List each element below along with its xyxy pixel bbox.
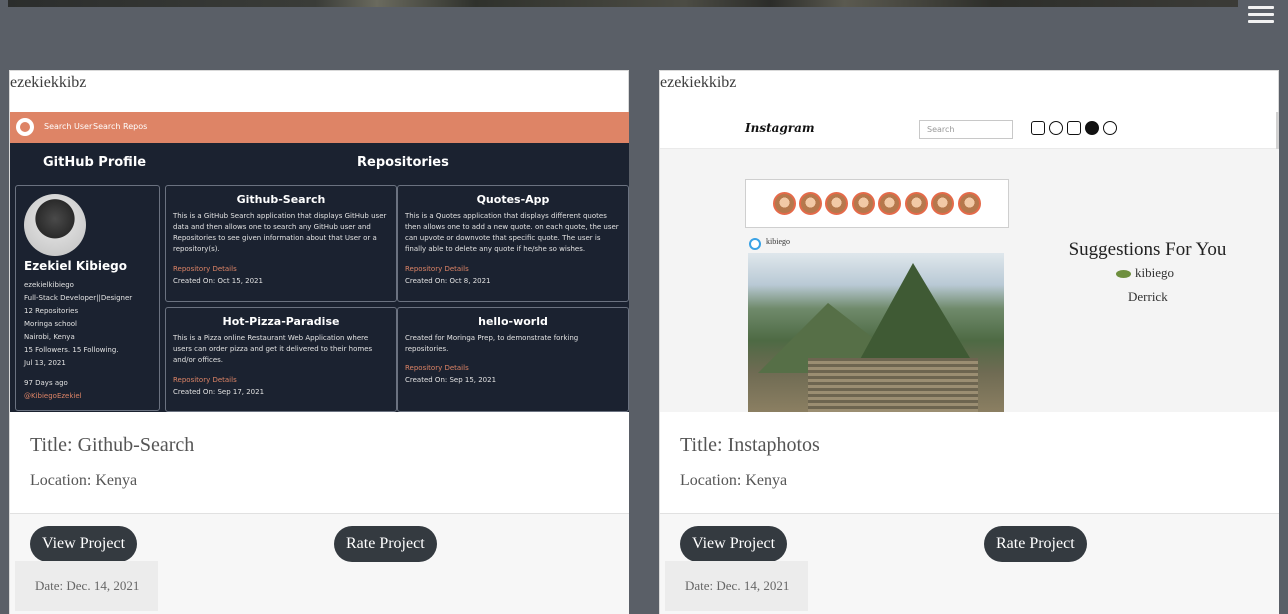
repo-details-link: Repository Details — [173, 376, 237, 384]
project-screenshot[interactable]: Instagram Search kibiego Suggestions For… — [660, 112, 1279, 412]
profile-location: Nairobi, Kenya — [24, 333, 75, 341]
card-footer: View Project Rate Project Date: Dec. 14,… — [660, 513, 1279, 614]
search-repos-link: Search Repos — [93, 122, 148, 131]
repo-created-date: Created On: Oct 15, 2021 — [173, 277, 263, 285]
post-avatar — [749, 238, 761, 250]
repo-name: Quotes-App — [476, 193, 550, 206]
profile-followers: 15 Followers. 15 Following. — [24, 346, 119, 354]
post-username: kibiego — [766, 237, 790, 246]
rate-project-button[interactable]: Rate Project — [334, 526, 437, 562]
project-date: Date: Dec. 14, 2021 — [665, 561, 808, 611]
github-profile-heading: GitHub Profile — [43, 155, 147, 170]
profile-username: ezekielkibiego — [24, 281, 74, 289]
instagram-logo: Instagram — [745, 121, 815, 135]
story-avatar — [905, 192, 928, 215]
repositories-heading: Repositories — [357, 155, 449, 170]
repo-details-link: Repository Details — [405, 265, 469, 273]
project-title: Title: Instaphotos — [680, 434, 820, 456]
search-user-link: Search User — [44, 122, 93, 131]
post-photo — [748, 253, 1004, 412]
repo-card: hello-world Created for Moringa Prep, to… — [397, 307, 629, 412]
repo-card: Hot-Pizza-Paradise This is a Pizza onlin… — [165, 307, 397, 412]
profile-days: 97 Days ago — [24, 379, 68, 387]
project-screenshot[interactable]: Search User Search Repos GitHub Profile … — [10, 112, 629, 412]
repo-description: This is a Quotes application that displa… — [405, 212, 619, 253]
story-avatar — [825, 192, 848, 215]
project-location: Location: Kenya — [680, 472, 788, 489]
repo-details-link: Repository Details — [173, 265, 237, 273]
repo-description: This is a GitHub Search application that… — [173, 212, 387, 253]
view-project-button[interactable]: View Project — [680, 526, 788, 562]
hamburger-menu-icon[interactable] — [1248, 2, 1274, 30]
repo-created-date: Created On: Oct 8, 2021 — [405, 277, 491, 285]
repo-description: This is a Pizza online Restaurant Web Ap… — [173, 334, 373, 364]
instagram-navbar: Instagram Search — [660, 112, 1279, 172]
repo-name: hello-world — [478, 315, 548, 328]
profile-joined: Jul 13, 2021 — [24, 359, 66, 367]
add-post-icon — [1067, 121, 1081, 135]
explore-icon — [1085, 121, 1099, 135]
story-avatar — [799, 192, 822, 215]
profile-panel: Ezekiel Kibiego ezekielkibiego Full-Stac… — [15, 185, 160, 411]
story-avatar — [773, 192, 796, 215]
card-footer: View Project Rate Project Date: Dec. 14,… — [10, 513, 629, 614]
profile-company: Moringa school — [24, 320, 77, 328]
story-avatar — [931, 192, 954, 215]
story-avatar — [852, 192, 875, 215]
repo-name: Github-Search — [236, 193, 326, 206]
card-body: Title: Instaphotos Location: Kenya — [660, 412, 1279, 513]
project-title: Title: Github-Search — [30, 434, 195, 456]
story-avatar — [878, 192, 901, 215]
instagram-feed: kibiego Suggestions For You kibiego Derr… — [660, 149, 1279, 412]
suggested-user: kibiego — [1116, 265, 1174, 281]
profile-name: Ezekiel Kibiego — [24, 259, 127, 273]
home-icon — [1031, 121, 1045, 135]
rate-project-button[interactable]: Rate Project — [984, 526, 1087, 562]
search-input: Search — [919, 120, 1013, 139]
repo-description: Created for Moringa Prep, to demonstrate… — [405, 334, 579, 353]
github-app-preview: Search User Search Repos GitHub Profile … — [10, 112, 629, 412]
project-card-instaphotos: ezekiekkibz Instagram Search kibiego Sug… — [659, 70, 1279, 614]
nav-icons — [1031, 121, 1135, 135]
suggestions-heading: Suggestions For You — [1068, 239, 1227, 260]
profile-repo-count: 12 Repositories — [24, 307, 79, 315]
user-menu-icon — [1121, 121, 1135, 135]
profile-bio: Full-Stack Developer||Designer — [24, 294, 133, 302]
avatar — [24, 194, 86, 256]
stories-bar — [745, 179, 1009, 228]
suggested-user: Derrick — [1128, 289, 1168, 304]
ruins-shape — [808, 358, 978, 412]
card-body: Title: Github-Search Location: Kenya — [10, 412, 629, 513]
heart-icon — [1103, 121, 1117, 135]
project-owner: ezekiekkibz — [660, 74, 737, 91]
project-date: Date: Dec. 14, 2021 — [15, 561, 158, 611]
hero-image-strip — [8, 0, 1238, 7]
project-card-github-search: ezekiekkibz Search User Search Repos Git… — [9, 70, 629, 614]
repo-card: Quotes-App This is a Quotes application … — [397, 185, 629, 302]
github-logo-icon — [16, 118, 34, 136]
user-avatar-icon — [1116, 270, 1131, 279]
project-location: Location: Kenya — [30, 472, 138, 489]
repo-name: Hot-Pizza-Paradise — [222, 315, 340, 328]
messenger-icon — [1049, 121, 1063, 135]
instagram-app-preview: Instagram Search kibiego Suggestions For… — [660, 112, 1279, 412]
profile-twitter: @KibiegoEzekiel — [24, 392, 82, 400]
view-project-button[interactable]: View Project — [30, 526, 138, 562]
project-owner: ezekiekkibz — [10, 74, 87, 91]
mountain-shape — [858, 263, 973, 363]
repo-created-date: Created On: Sep 15, 2021 — [405, 376, 497, 384]
story-avatar — [958, 192, 981, 215]
repo-card: Github-Search This is a GitHub Search ap… — [165, 185, 397, 302]
github-navbar: Search User Search Repos — [10, 112, 629, 143]
repo-created-date: Created On: Sep 17, 2021 — [173, 388, 265, 396]
repo-details-link: Repository Details — [405, 364, 469, 372]
